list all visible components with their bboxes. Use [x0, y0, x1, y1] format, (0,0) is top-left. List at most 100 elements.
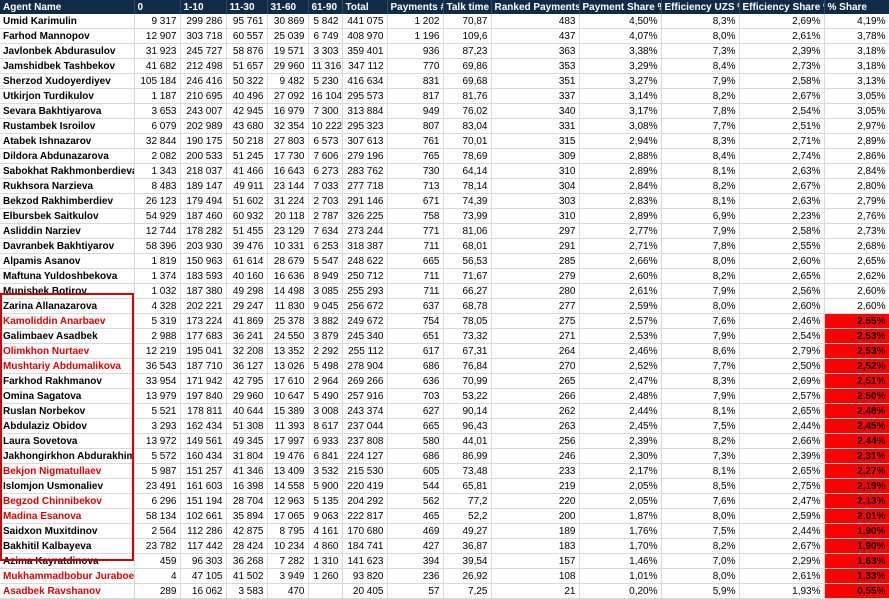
- c4-cell[interactable]: 5 498: [308, 358, 343, 374]
- effshare-cell[interactable]: 2,67%: [739, 88, 825, 104]
- payments-cell[interactable]: 831: [387, 73, 444, 89]
- c2-cell[interactable]: 31 804: [226, 448, 268, 464]
- payments-cell[interactable]: 754: [387, 313, 444, 329]
- effshare-cell[interactable]: 2,57%: [739, 388, 825, 404]
- total-cell[interactable]: 318 387: [342, 238, 388, 254]
- ranked-cell[interactable]: 483: [491, 14, 580, 29]
- table-row[interactable]: Ruslan Norbekov 5 521 178 811 40 644 15 389 3…: [0, 403, 889, 419]
- c2-cell[interactable]: 43 680: [226, 118, 268, 134]
- table-row[interactable]: Olimkhon Nurtaev 12 219 195 041 32 208 13 35…: [0, 343, 889, 359]
- ranked-cell[interactable]: 279: [491, 268, 580, 284]
- table-row[interactable]: Rustambek Isroilov 6 079 202 989 43 680 32 3…: [0, 118, 889, 134]
- c2-cell[interactable]: 40 496: [226, 88, 268, 104]
- pshare-cell[interactable]: 1,46%: [579, 553, 662, 569]
- agent-name-cell[interactable]: Dildora Abdunazarova: [0, 148, 135, 164]
- effshare-cell[interactable]: 2,29%: [739, 553, 825, 569]
- c3-cell[interactable]: 13 409: [267, 463, 309, 479]
- talk-cell[interactable]: 78,69: [443, 148, 492, 164]
- payments-cell[interactable]: 605: [387, 463, 444, 479]
- c2-cell[interactable]: 51 602: [226, 193, 268, 209]
- share-cell[interactable]: 2,62%: [824, 268, 889, 284]
- c2-cell[interactable]: 95 761: [226, 14, 268, 29]
- c4-cell[interactable]: 6 573: [308, 133, 343, 149]
- total-cell[interactable]: 184 741: [342, 538, 388, 554]
- c3-cell[interactable]: 19 476: [267, 448, 309, 464]
- pshare-cell[interactable]: 1,76%: [579, 523, 662, 539]
- c1-cell[interactable]: 102 661: [180, 508, 227, 524]
- talk-cell[interactable]: 81,76: [443, 88, 492, 104]
- payments-cell[interactable]: 758: [387, 208, 444, 224]
- talk-cell[interactable]: 73,48: [443, 463, 492, 479]
- c4-cell[interactable]: 5 900: [308, 478, 343, 494]
- c3-cell[interactable]: 7 282: [267, 553, 309, 569]
- table-row[interactable]: Munisbek Botirov 1 032 187 380 49 298 14 498…: [0, 283, 889, 299]
- talk-cell[interactable]: 39,54: [443, 553, 492, 569]
- effshare-cell[interactable]: 2,23%: [739, 208, 825, 224]
- c0-cell[interactable]: 12 907: [134, 28, 181, 44]
- agent-name-cell[interactable]: Laura Sovetova: [0, 433, 135, 449]
- column-header[interactable]: Agent Name: [0, 0, 135, 14]
- c1-cell[interactable]: 245 727: [180, 43, 227, 59]
- c2-cell[interactable]: 49 911: [226, 178, 268, 194]
- ranked-cell[interactable]: 275: [491, 313, 580, 329]
- share-cell[interactable]: 2,27%: [824, 463, 889, 479]
- c1-cell[interactable]: 149 561: [180, 433, 227, 449]
- c3-cell[interactable]: 29 960: [267, 58, 309, 74]
- eff-cell[interactable]: 6,9%: [661, 208, 740, 224]
- table-row[interactable]: Maftuna Yuldoshbekova 1 374 183 593 40 160 1…: [0, 268, 889, 284]
- effshare-cell[interactable]: 2,61%: [739, 568, 825, 584]
- c2-cell[interactable]: 16 398: [226, 478, 268, 494]
- talk-cell[interactable]: 109,6: [443, 28, 492, 44]
- c1-cell[interactable]: 177 683: [180, 328, 227, 344]
- column-header[interactable]: Efficiency Share %: [739, 0, 825, 14]
- agent-name-cell[interactable]: Umid Karimulin: [0, 14, 135, 29]
- talk-cell[interactable]: 90,14: [443, 403, 492, 419]
- table-row[interactable]: Bakhitil Kalbayeva 23 782 117 442 28 424 10 …: [0, 538, 889, 554]
- c4-cell[interactable]: 16 104: [308, 88, 343, 104]
- c0-cell[interactable]: 6 296: [134, 493, 181, 509]
- effshare-cell[interactable]: 2,66%: [739, 433, 825, 449]
- ranked-cell[interactable]: 265: [491, 373, 580, 389]
- total-cell[interactable]: 291 146: [342, 193, 388, 209]
- c1-cell[interactable]: 178 811: [180, 403, 227, 419]
- total-cell[interactable]: 222 817: [342, 508, 388, 524]
- payments-cell[interactable]: 465: [387, 508, 444, 524]
- effshare-cell[interactable]: 2,50%: [739, 358, 825, 374]
- agent-name-cell[interactable]: Begzod Chinnibekov: [0, 493, 135, 509]
- eff-cell[interactable]: 7,9%: [661, 283, 740, 299]
- table-row[interactable]: Farhod Mannopov 12 907 303 718 60 557 25 039…: [0, 28, 889, 44]
- ranked-cell[interactable]: 353: [491, 58, 580, 74]
- payments-cell[interactable]: 544: [387, 478, 444, 494]
- ranked-cell[interactable]: 277: [491, 298, 580, 314]
- column-header[interactable]: % Share: [824, 0, 889, 14]
- share-cell[interactable]: 2,79%: [824, 193, 889, 209]
- agent-name-cell[interactable]: Bekjon Nigmatullaev: [0, 463, 135, 479]
- c1-cell[interactable]: 96 303: [180, 553, 227, 569]
- agent-name-cell[interactable]: Jakhongirkhon Abdurakhimo: [0, 448, 135, 464]
- c2-cell[interactable]: 36 127: [226, 358, 268, 374]
- total-cell[interactable]: 408 970: [342, 28, 388, 44]
- c1-cell[interactable]: 197 840: [180, 388, 227, 404]
- eff-cell[interactable]: 8,2%: [661, 88, 740, 104]
- talk-cell[interactable]: 76,02: [443, 103, 492, 119]
- total-cell[interactable]: 20 405: [342, 583, 388, 599]
- agent-name-cell[interactable]: Zarina Allanazarova: [0, 298, 135, 314]
- eff-cell[interactable]: 8,2%: [661, 433, 740, 449]
- table-row[interactable]: Madina Esanova 58 134 102 661 35 894 17 065 9…: [0, 508, 889, 524]
- total-cell[interactable]: 224 127: [342, 448, 388, 464]
- talk-cell[interactable]: 73,32: [443, 328, 492, 344]
- pshare-cell[interactable]: 2,17%: [579, 463, 662, 479]
- table-row[interactable]: Omina Sagatova 13 979 197 840 29 960 10 647 5…: [0, 388, 889, 404]
- eff-cell[interactable]: 7,7%: [661, 358, 740, 374]
- ranked-cell[interactable]: 263: [491, 418, 580, 434]
- total-cell[interactable]: 245 340: [342, 328, 388, 344]
- share-cell[interactable]: 3,05%: [824, 88, 889, 104]
- total-cell[interactable]: 237 044: [342, 418, 388, 434]
- total-cell[interactable]: 326 225: [342, 208, 388, 224]
- effshare-cell[interactable]: 2,75%: [739, 478, 825, 494]
- c4-cell[interactable]: 5 230: [308, 73, 343, 89]
- c0-cell[interactable]: 2 082: [134, 148, 181, 164]
- agent-name-cell[interactable]: Mushtariy Abdumalikova: [0, 358, 135, 374]
- c4-cell[interactable]: 4 860: [308, 538, 343, 554]
- table-row[interactable]: Asadbek Ravshanov 289 16 062 3 583 470 20 405…: [0, 583, 889, 599]
